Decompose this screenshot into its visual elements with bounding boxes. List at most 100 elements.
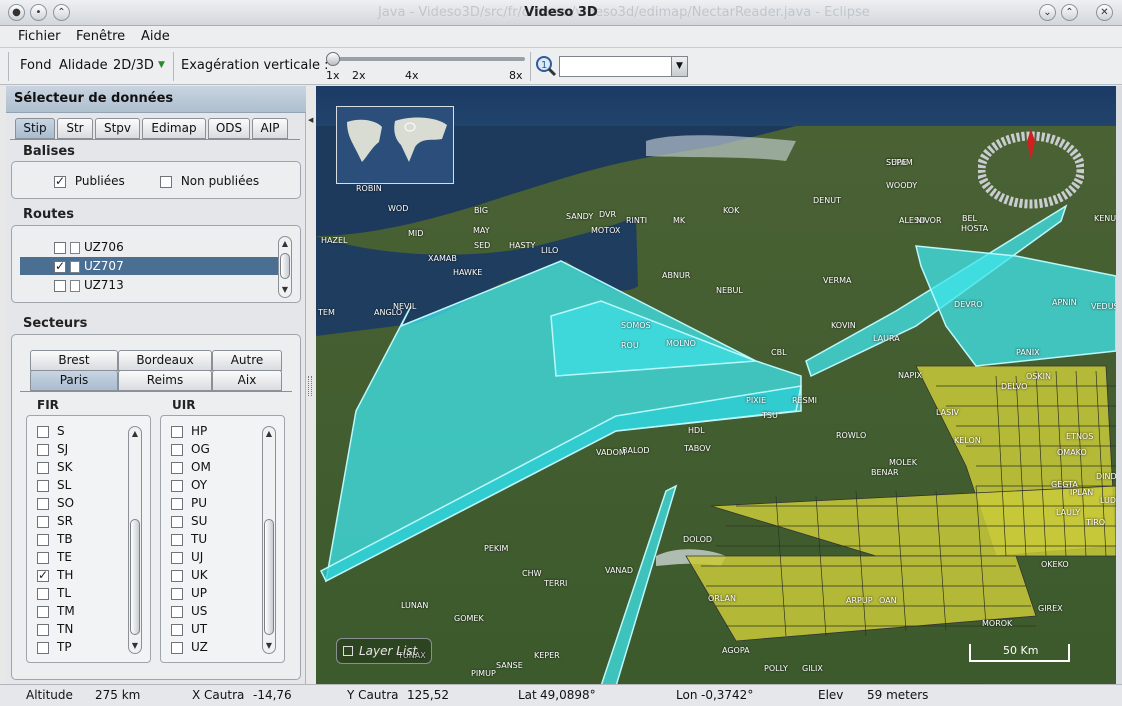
uir-checkbox[interactable] [171,425,183,438]
uir-checkbox[interactable] [171,443,183,456]
route-checkbox[interactable] [54,279,66,292]
fir-item[interactable]: SJ [37,440,68,458]
collapse-arrow-icon[interactable]: ◀ [308,116,313,124]
tab-aip[interactable]: AIP [252,118,288,139]
uir-item[interactable]: SU [171,512,207,530]
mode-2d3d-button[interactable]: 2D/3D [113,58,154,73]
uir-item[interactable]: UJ [171,548,203,566]
fir-item[interactable]: TL [37,584,71,602]
tab-edimap[interactable]: Edimap [142,118,206,139]
search-combo[interactable]: ▼ [559,56,688,77]
fir-checkbox[interactable] [37,533,49,546]
fir-checkbox[interactable] [37,479,49,492]
fir-checkbox[interactable] [37,569,49,582]
uir-checkbox[interactable] [171,515,183,528]
menu-fenetre[interactable]: Fenêtre [76,29,125,44]
tab-stip[interactable]: Stip [15,118,55,139]
fir-checkbox[interactable] [37,587,49,600]
uir-checkbox[interactable] [171,461,183,474]
compass[interactable] [976,129,1086,211]
alidade-button[interactable]: Alidade [59,58,108,73]
uir-checkbox[interactable] [171,551,183,564]
uir-item[interactable]: UZ [171,638,208,656]
menu-fichier[interactable]: Fichier [18,29,61,44]
fir-checkbox[interactable] [37,497,49,510]
uir-scrollbar[interactable]: ▲ ▼ [262,426,276,654]
uir-checkbox[interactable] [171,587,183,600]
fir-checkbox[interactable] [37,425,49,438]
fir-item[interactable]: TN [37,620,73,638]
fir-checkbox[interactable] [37,515,49,528]
maximize-icon[interactable]: ⌃ [1061,4,1078,21]
close-icon[interactable]: ✕ [1096,4,1113,21]
uir-checkbox[interactable] [171,569,183,582]
tab-str[interactable]: Str [57,118,93,139]
uir-item[interactable]: US [171,602,207,620]
tab-brest[interactable]: Brest [30,350,118,371]
fir-item[interactable]: SO [37,494,74,512]
fond-button[interactable]: Fond [20,58,51,73]
fir-checkbox[interactable] [37,461,49,474]
layer-list-toggle[interactable]: Layer List [336,638,432,664]
exag-slider-track[interactable] [330,57,525,61]
fir-item[interactable]: SL [37,476,71,494]
uir-item[interactable]: HP [171,422,207,440]
fir-checkbox[interactable] [37,605,49,618]
scroll-down-icon[interactable]: ▼ [129,641,141,650]
fir-item[interactable]: TB [37,530,73,548]
uir-item[interactable]: UP [171,584,207,602]
fir-item[interactable]: TE [37,548,72,566]
fir-checkbox[interactable] [37,623,49,636]
fir-item[interactable]: TM [37,602,75,620]
fir-checkbox[interactable] [37,641,49,654]
tab-reims[interactable]: Reims [118,370,212,391]
scroll-thumb[interactable] [264,519,274,635]
uir-checkbox[interactable] [171,533,183,546]
scroll-up-icon[interactable]: ▲ [129,429,141,438]
uir-checkbox[interactable] [171,623,183,636]
uir-checkbox[interactable] [171,497,183,510]
scroll-thumb[interactable] [130,519,140,635]
uir-item[interactable]: UT [171,620,207,638]
uir-item[interactable]: OM [171,458,211,476]
menu-aide[interactable]: Aide [141,29,170,44]
fir-checkbox[interactable] [37,443,49,456]
route-item-selected[interactable]: UZ707 [20,257,282,275]
exag-slider-thumb[interactable] [326,52,340,66]
uir-item[interactable]: PU [171,494,207,512]
fir-item[interactable]: TH [37,566,73,584]
fir-item[interactable]: S [37,422,65,440]
fir-checkbox[interactable] [37,551,49,564]
tab-aix[interactable]: Aix [212,370,282,391]
route-item[interactable]: UZ713 [20,276,282,294]
tab-autre[interactable]: Autre [212,350,282,371]
globe-map-view[interactable]: SEPAM WOODY ROBIN WOD BIG SANDY DVR RINTI MK KOK D… [316,86,1116,685]
uir-item[interactable]: OY [171,476,207,494]
tab-bordeaux[interactable]: Bordeaux [118,350,212,371]
mode-dropdown-icon[interactable]: ▼ [158,60,165,70]
scroll-down-icon[interactable]: ▼ [279,285,291,294]
uir-checkbox[interactable] [171,479,183,492]
fir-item[interactable]: SR [37,512,73,530]
fir-scrollbar[interactable]: ▲ ▼ [128,426,142,654]
scroll-down-icon[interactable]: ▼ [263,641,275,650]
uir-checkbox[interactable] [171,641,183,654]
tab-ods[interactable]: ODS [208,118,250,139]
scroll-thumb[interactable] [280,253,290,279]
tab-paris[interactable]: Paris [30,370,118,391]
fir-item[interactable]: SK [37,458,73,476]
non-publiees-option[interactable]: Non publiées [160,172,259,190]
uir-item[interactable]: OG [171,440,210,458]
non-publiees-checkbox[interactable] [160,175,172,188]
world-minimap[interactable] [336,106,454,184]
splitter-grip[interactable] [308,376,312,396]
uir-checkbox[interactable] [171,605,183,618]
scroll-up-icon[interactable]: ▲ [263,429,275,438]
route-item[interactable]: UZ706 [20,238,282,256]
publiees-checkbox[interactable] [54,175,66,188]
chevron-down-icon[interactable]: ▼ [671,57,687,76]
fir-item[interactable]: TP [37,638,72,656]
routes-scrollbar[interactable]: ▲ ▼ [278,236,292,298]
search-icon[interactable]: 1 [535,55,557,77]
route-checkbox[interactable] [54,241,66,254]
